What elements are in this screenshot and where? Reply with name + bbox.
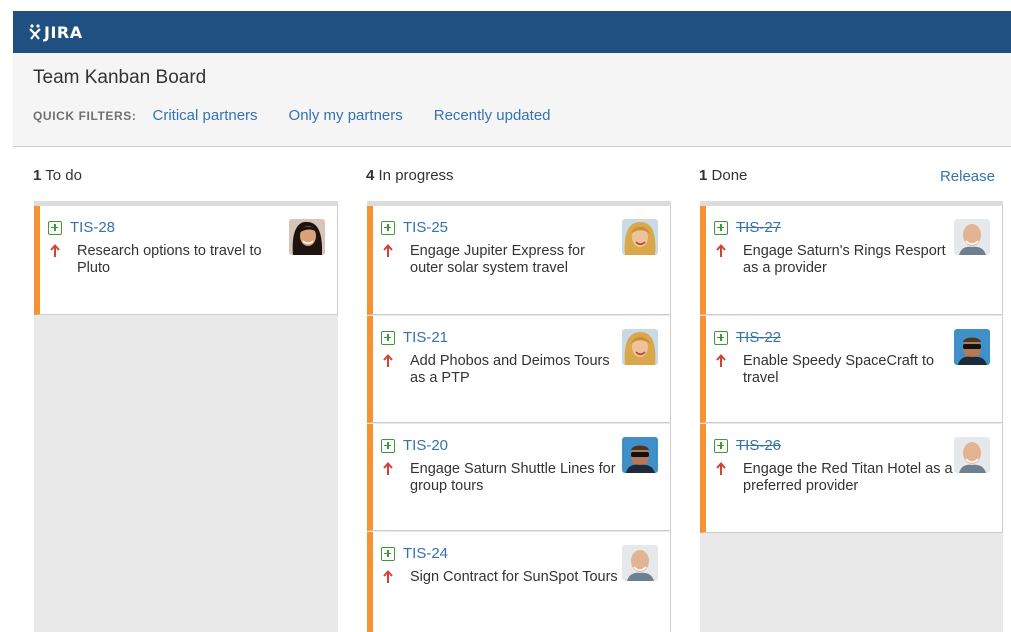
- issue-card[interactable]: TIS-24 Sign Contract for SunSpot Tours: [367, 532, 671, 632]
- priority-up-arrow-icon: [716, 462, 726, 475]
- issue-summary: Enable Speedy SpaceCraft to travel: [743, 353, 935, 386]
- issue-key-link[interactable]: TIS-26: [714, 437, 781, 454]
- issue-key: TIS-25: [403, 219, 449, 236]
- column-name: In progress: [378, 167, 454, 184]
- issue-card[interactable]: TIS-28 Research options to travel to Plu…: [34, 206, 338, 315]
- issue-summary: Engage Saturn Shuttle Lines for group to…: [410, 461, 616, 494]
- issue-key: TIS-27: [736, 219, 782, 236]
- story-plus-icon: [714, 220, 728, 235]
- priority-up-arrow-icon: [383, 244, 393, 257]
- board-title: Team Kanban Board: [33, 67, 207, 88]
- issue-summary: Engage the Red Titan Hotel as a preferre…: [743, 461, 953, 494]
- quick-filter-critical-partners[interactable]: Critical partners: [153, 107, 258, 124]
- story-plus-icon: [714, 330, 728, 345]
- priority-up-arrow-icon: [50, 244, 60, 257]
- release-button[interactable]: Release: [940, 168, 995, 185]
- priority-up-arrow-icon: [383, 462, 393, 475]
- issue-summary: Research options to travel to Pluto: [77, 243, 262, 276]
- column-count: 1: [699, 167, 708, 184]
- story-plus-icon: [381, 546, 395, 561]
- column-count: 4: [366, 167, 375, 184]
- top-navigation-bar: JIRA: [13, 11, 1011, 53]
- issue-card[interactable]: TIS-25 Engage Jupiter Express for outer …: [367, 206, 671, 315]
- story-plus-icon: [381, 438, 395, 453]
- priority-up-arrow-icon: [383, 354, 393, 367]
- issue-key: TIS-24: [403, 545, 449, 562]
- issue-key-link[interactable]: TIS-21: [381, 329, 448, 346]
- priority-up-arrow-icon: [383, 570, 393, 583]
- quick-filter-recently-updated[interactable]: Recently updated: [434, 107, 551, 124]
- logo-text: JIRA: [44, 22, 83, 42]
- issue-key: TIS-21: [403, 329, 449, 346]
- issue-key-link[interactable]: TIS-22: [714, 329, 781, 346]
- story-plus-icon: [381, 330, 395, 345]
- issue-key-link[interactable]: TIS-24: [381, 545, 448, 562]
- column-header-done: 1 Done: [699, 167, 747, 184]
- column-done: TIS-27 Engage Saturn's Rings Resport as …: [700, 201, 1003, 632]
- issue-key-link[interactable]: TIS-28: [48, 219, 115, 236]
- assignee-avatar-man-bald[interactable]: [622, 545, 658, 581]
- issue-summary: Engage Jupiter Express for outer solar s…: [410, 243, 585, 276]
- column-name: To do: [45, 167, 82, 184]
- issue-key: TIS-20: [403, 437, 449, 454]
- priority-up-arrow-icon: [716, 354, 726, 367]
- quick-filters-label: QUICK FILTERS:: [33, 109, 137, 123]
- priority-up-arrow-icon: [716, 244, 726, 257]
- column-todo: TIS-28 Research options to travel to Plu…: [34, 201, 338, 632]
- issue-summary: Add Phobos and Deimos Tours as a PTP: [410, 353, 610, 386]
- issue-card[interactable]: TIS-22 Enable Speedy SpaceCraft to trave…: [700, 316, 1003, 423]
- assignee-avatar-woman-blonde[interactable]: [622, 329, 658, 365]
- column-count: 1: [33, 167, 42, 184]
- issue-key-link[interactable]: TIS-25: [381, 219, 448, 236]
- assignee-avatar-man-bald[interactable]: [954, 437, 990, 473]
- story-plus-icon: [714, 438, 728, 453]
- board-header: Team Kanban Board QUICK FILTERS: Critica…: [13, 53, 1011, 147]
- column-header-todo: 1 To do: [33, 167, 82, 184]
- quick-filters: QUICK FILTERS: Critical partners Only my…: [33, 107, 991, 124]
- issue-key: TIS-26: [736, 437, 782, 454]
- assignee-avatar-woman-blonde[interactable]: [622, 219, 658, 255]
- issue-card[interactable]: TIS-27 Engage Saturn's Rings Resport as …: [700, 206, 1003, 315]
- story-plus-icon: [381, 220, 395, 235]
- column-name: Done: [711, 167, 748, 184]
- issue-summary: Sign Contract for SunSpot Tours: [410, 569, 618, 585]
- jira-logo-icon: [29, 24, 41, 40]
- story-plus-icon: [48, 220, 62, 235]
- issue-key-link[interactable]: TIS-20: [381, 437, 448, 454]
- column-header-in-progress: 4 In progress: [366, 167, 454, 184]
- quick-filter-only-my-partners[interactable]: Only my partners: [289, 107, 403, 124]
- assignee-avatar-woman-dark-hair[interactable]: [289, 219, 325, 255]
- issue-card[interactable]: TIS-21 Add Phobos and Deimos Tours as a …: [367, 316, 671, 423]
- column-in-progress: TIS-25 Engage Jupiter Express for outer …: [367, 201, 671, 632]
- issue-key: TIS-28: [70, 219, 116, 236]
- assignee-avatar-man-sunglasses[interactable]: [622, 437, 658, 473]
- jira-logo[interactable]: JIRA: [28, 23, 83, 42]
- assignee-avatar-man-bald[interactable]: [954, 219, 990, 255]
- issue-key: TIS-22: [736, 329, 782, 346]
- app-frame: JIRA Team Kanban Board QUICK FILTERS: Cr…: [13, 11, 1011, 632]
- issue-summary: Engage Saturn's Rings Resport as a provi…: [743, 243, 946, 276]
- issue-key-link[interactable]: TIS-27: [714, 219, 781, 236]
- issue-card[interactable]: TIS-26 Engage the Red Titan Hotel as a p…: [700, 424, 1003, 533]
- assignee-avatar-man-sunglasses[interactable]: [954, 329, 990, 365]
- column-headers: 1 To do 4 In progress 1 Done Release: [13, 147, 1011, 203]
- issue-card[interactable]: TIS-20 Engage Saturn Shuttle Lines for g…: [367, 424, 671, 531]
